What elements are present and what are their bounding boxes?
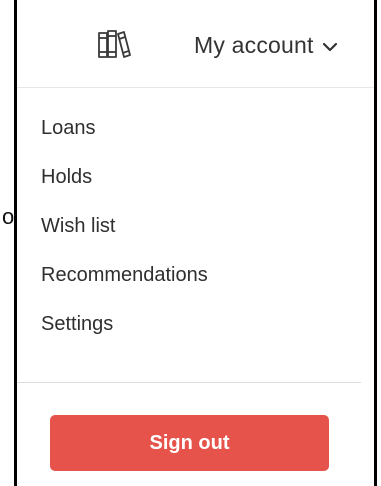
menu-item-recommendations[interactable]: Recommendations — [41, 263, 208, 287]
menu-item-holds[interactable]: Holds — [41, 165, 208, 189]
my-account-dropdown[interactable]: My account — [194, 28, 338, 62]
partial-background-text: o — [2, 204, 15, 229]
sign-out-button[interactable]: Sign out — [50, 415, 329, 471]
my-account-label: My account — [194, 31, 314, 58]
account-menu-panel: My account Loans Holds Wish list Recomme… — [14, 0, 377, 486]
menu-item-wish-list[interactable]: Wish list — [41, 214, 208, 238]
account-menu-list: Loans Holds Wish list Recommendations Se… — [41, 116, 208, 361]
books-icon[interactable] — [97, 27, 131, 61]
menu-divider — [17, 382, 361, 383]
account-header: My account — [17, 0, 374, 88]
background-page-edge: o — [0, 0, 15, 486]
page: o My account Loans Holds Wish list Recom… — [0, 0, 381, 486]
chevron-down-icon — [322, 42, 337, 52]
menu-item-settings[interactable]: Settings — [41, 312, 208, 336]
menu-item-loans[interactable]: Loans — [41, 116, 208, 140]
